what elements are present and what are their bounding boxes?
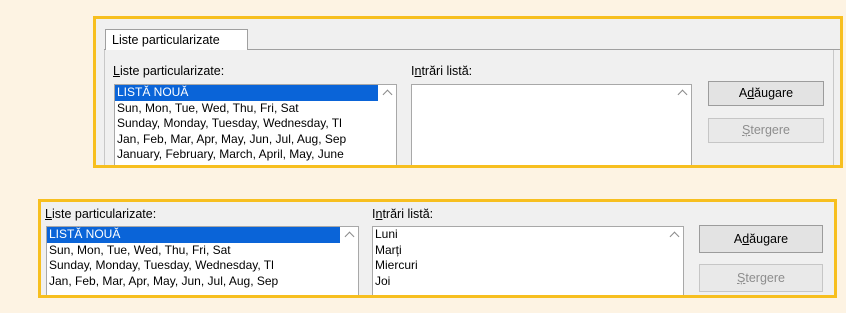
custom-list-item[interactable]: Jan, Feb, Mar, Apr, May, Jun, Jul, Aug, … [47, 274, 340, 290]
custom-lists-listbox[interactable]: LISTĂ NOUĂ Sun, Mon, Tue, Wed, Thu, Fri, … [114, 84, 397, 165]
delete-button[interactable]: Ștergere [699, 264, 823, 292]
scroll-up-arrow-icon[interactable] [677, 89, 688, 100]
top-dialog-frame: Liste particularizate Liste particulariz… [93, 16, 843, 168]
list-entries-scrollbar[interactable] [674, 85, 691, 165]
list-entry-item[interactable]: Luni [373, 227, 665, 243]
list-entries-label: Intrări listă: [372, 207, 434, 221]
list-entries-label: Intrări listă: [411, 64, 473, 78]
list-entries-scrollbar[interactable] [666, 227, 683, 295]
custom-lists-scrollbar[interactable] [379, 85, 396, 165]
scroll-up-arrow-icon[interactable] [669, 231, 680, 242]
custom-list-item[interactable]: LISTĂ NOUĂ [47, 227, 340, 243]
scroll-up-arrow-icon[interactable] [344, 231, 355, 242]
tab-custom-lists[interactable]: Liste particularizate [105, 29, 248, 51]
custom-list-item[interactable]: Jan, Feb, Mar, Apr, May, Jun, Jul, Aug, … [115, 132, 378, 148]
add-button[interactable]: Adăugare [699, 225, 823, 253]
list-entry-item[interactable]: Miercuri [373, 258, 665, 274]
custom-lists-label: Liste particularizate: [45, 207, 157, 221]
bottom-dialog-frame: Liste particularizate: Intrări listă: LI… [38, 199, 837, 298]
custom-list-item[interactable]: LISTĂ NOUĂ [115, 85, 378, 101]
add-button[interactable]: Adăugare [708, 81, 824, 106]
custom-list-item[interactable]: Sun, Mon, Tue, Wed, Thu, Fri, Sat [115, 101, 378, 117]
delete-button[interactable]: Ștergere [708, 118, 824, 143]
custom-list-item[interactable]: January, February, March, April, May, Ju… [115, 147, 378, 163]
custom-list-item[interactable]: Sunday, Monday, Tuesday, Wednesday, Tl [47, 258, 340, 274]
custom-lists-panel: Liste particularizate: Intrări listă: LI… [104, 50, 834, 165]
custom-list-item[interactable]: Sun, Mon, Tue, Wed, Thu, Fri, Sat [47, 243, 340, 259]
list-entry-item[interactable]: Marți [373, 243, 665, 259]
custom-lists-label: Liste particularizate: [113, 64, 225, 78]
list-entries-textbox[interactable]: Luni Marți Miercuri Joi [372, 226, 684, 295]
list-entries-textbox[interactable] [411, 84, 692, 165]
custom-lists-scrollbar[interactable] [341, 227, 358, 295]
list-entry-item[interactable]: Joi [373, 274, 665, 290]
scroll-up-arrow-icon[interactable] [382, 89, 393, 100]
custom-list-item[interactable]: Sunday, Monday, Tuesday, Wednesday, Tl [115, 116, 378, 132]
custom-lists-listbox[interactable]: LISTĂ NOUĂ Sun, Mon, Tue, Wed, Thu, Fri, … [46, 226, 359, 295]
